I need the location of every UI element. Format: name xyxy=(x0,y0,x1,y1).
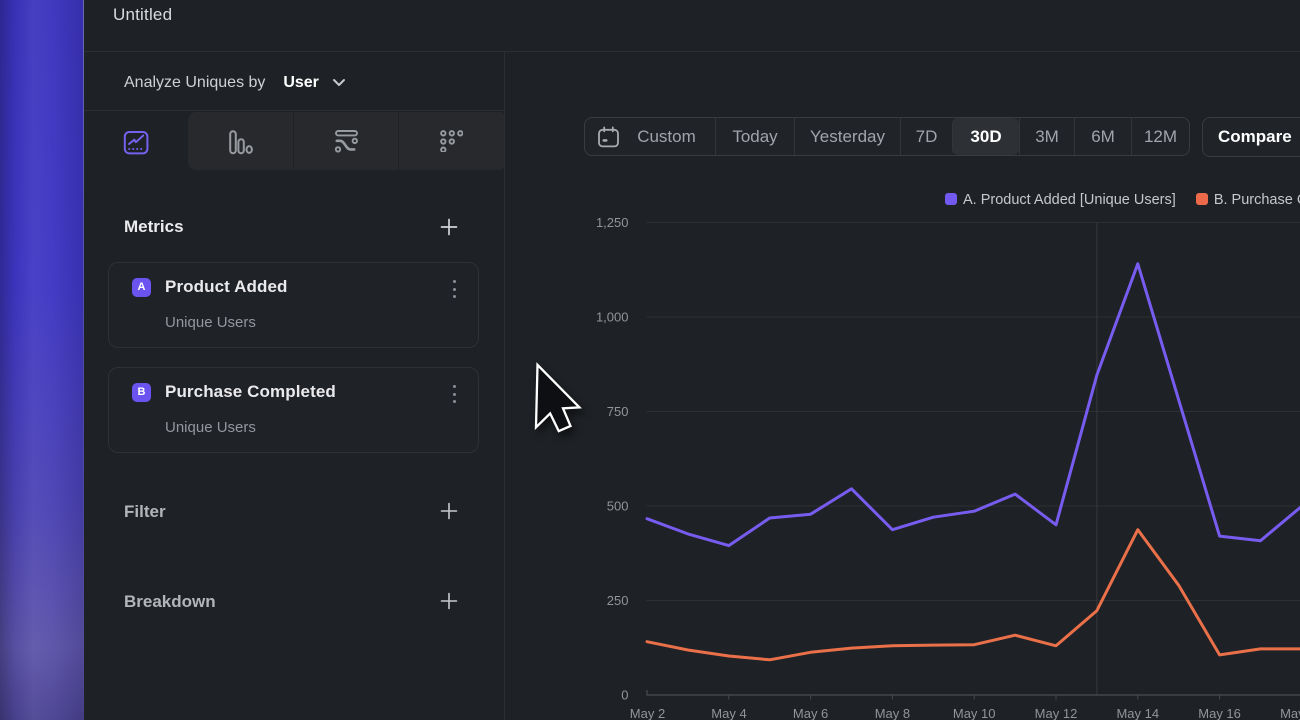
svg-text:May 6: May 6 xyxy=(793,706,828,720)
svg-text:May 2: May 2 xyxy=(630,706,665,720)
svg-text:1,000: 1,000 xyxy=(596,310,629,325)
svg-text:0: 0 xyxy=(621,688,628,703)
svg-text:May 4: May 4 xyxy=(711,706,746,720)
svg-text:500: 500 xyxy=(607,499,629,514)
svg-text:May 8: May 8 xyxy=(875,706,910,720)
svg-text:May 10: May 10 xyxy=(953,706,996,720)
svg-text:250: 250 xyxy=(607,593,629,608)
svg-text:May 16: May 16 xyxy=(1198,706,1241,720)
svg-text:750: 750 xyxy=(607,404,629,419)
svg-text:May 12: May 12 xyxy=(1035,706,1078,720)
svg-text:May 18: May 18 xyxy=(1280,706,1300,720)
svg-text:May 14: May 14 xyxy=(1116,706,1159,720)
svg-text:1,250: 1,250 xyxy=(596,215,629,230)
